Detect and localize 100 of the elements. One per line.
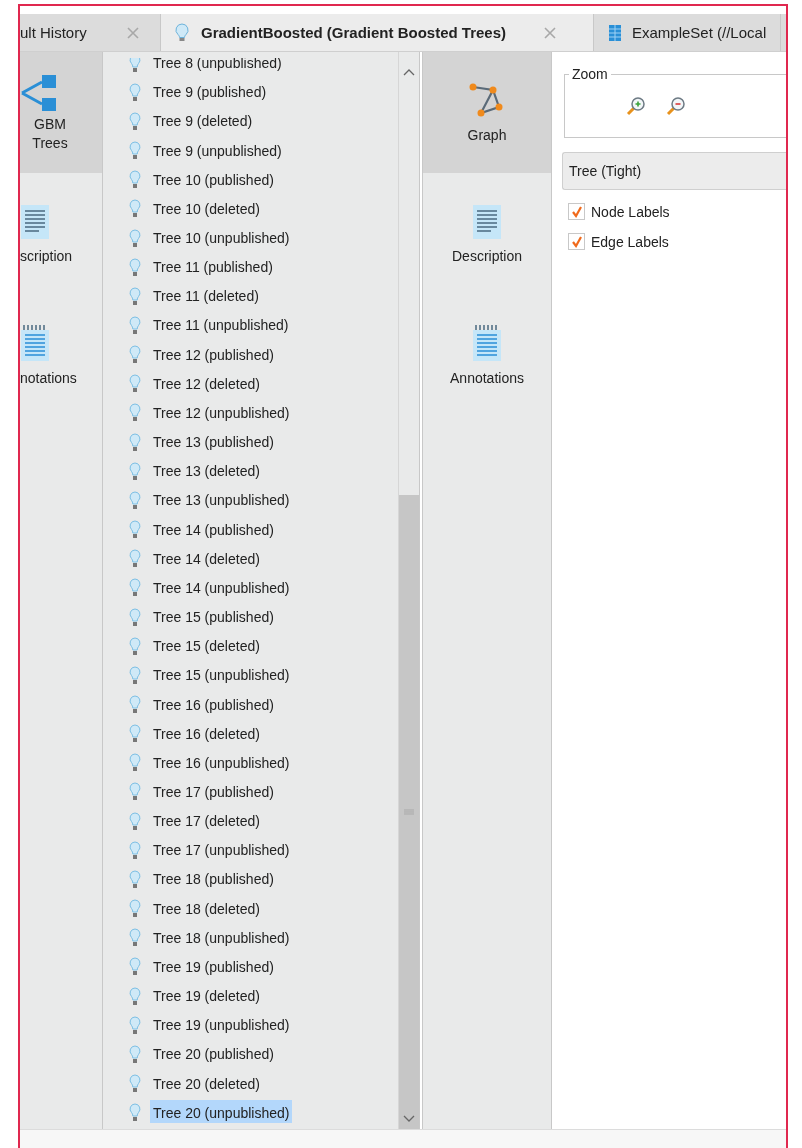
tree-list-item[interactable]: Tree 10 (published) (129, 165, 398, 195)
tree-list-item[interactable]: Tree 11 (unpublished) (129, 311, 398, 341)
tab-label: ult History (20, 24, 87, 41)
table-icon (608, 23, 622, 42)
graph-icon (469, 82, 505, 119)
zoom-group-title: Zoom (569, 66, 611, 82)
tree-list-item[interactable]: Tree 19 (published) (129, 952, 398, 982)
lightbulb-icon (129, 549, 141, 570)
tree-list-item[interactable]: Tree 18 (deleted) (129, 894, 398, 924)
lightbulb-icon (129, 840, 141, 861)
tree-list-item[interactable]: Tree 15 (deleted) (129, 632, 398, 662)
lightbulb-icon (129, 432, 141, 453)
lightbulb-icon (129, 1015, 141, 1036)
tab-label: ExampleSet (//Local (632, 24, 767, 41)
side-tab[interactable]: GBM Trees (20, 52, 102, 173)
tree-list-item[interactable]: Tree 9 (published) (129, 78, 398, 108)
notepad-icon (20, 323, 50, 362)
lightbulb-icon (129, 490, 141, 511)
checkbox[interactable] (568, 203, 585, 220)
side-tab[interactable]: Description (423, 173, 551, 294)
lightbulb-icon (129, 811, 141, 832)
tree-list-item[interactable]: Tree 11 (published) (129, 253, 398, 283)
tree-list-item[interactable]: Tree 9 (deleted) (129, 107, 398, 137)
tree-list-item[interactable]: Tree 20 (published) (129, 1040, 398, 1070)
lightbulb-icon (129, 782, 141, 803)
document-tab[interactable]: ult History (20, 14, 161, 51)
tree-list-item[interactable]: Tree 10 (deleted) (129, 194, 398, 224)
lightbulb-icon (129, 928, 141, 949)
lightbulb-icon (129, 345, 141, 366)
tree-list-item[interactable]: Tree 16 (unpublished) (129, 748, 398, 778)
document-icon (472, 203, 502, 240)
lightbulb-icon (129, 1044, 141, 1065)
close-icon[interactable] (126, 26, 139, 39)
tree-list-item[interactable]: Tree 17 (unpublished) (129, 836, 398, 866)
tree-list-item[interactable]: Tree 19 (unpublished) (129, 1011, 398, 1041)
tree-list-item[interactable]: Tree 14 (deleted) (129, 544, 398, 574)
lightbulb-icon (129, 520, 141, 541)
lightbulb-icon (129, 869, 141, 890)
scrollbar-thumb[interactable] (399, 495, 419, 1129)
side-tab[interactable]: notations (20, 294, 102, 415)
tree-list-item[interactable]: Tree 16 (deleted) (129, 719, 398, 749)
zoom-in-icon[interactable] (625, 96, 646, 116)
document-icon (20, 203, 50, 240)
tree-list-item[interactable]: Tree 17 (deleted) (129, 807, 398, 837)
tree-list-item[interactable]: Tree 9 (unpublished) (129, 136, 398, 166)
lightbulb-icon (175, 22, 189, 43)
tree-list-item[interactable]: Tree 20 (deleted) (129, 1069, 398, 1099)
tree-list-item[interactable]: Tree 13 (deleted) (129, 457, 398, 487)
side-tab[interactable]: scription (20, 173, 102, 294)
lightbulb-icon (129, 753, 141, 774)
tree-list-item[interactable]: Tree 18 (published) (129, 865, 398, 895)
lightbulb-icon (129, 665, 141, 686)
side-tab[interactable]: Graph (423, 52, 551, 173)
lightbulb-icon (129, 899, 141, 920)
lightbulb-icon (129, 170, 141, 191)
zoom-out-icon[interactable] (665, 96, 686, 116)
layout-dropdown[interactable]: Tree (Tight) (562, 152, 786, 190)
document-tab[interactable]: GradientBoosted (Gradient Boosted Trees) (161, 14, 594, 51)
tree-list-item[interactable]: Tree 11 (deleted) (129, 282, 398, 312)
tree-list-item[interactable]: Tree 15 (published) (129, 602, 398, 633)
notepad-icon (472, 323, 502, 362)
lightbulb-icon (129, 724, 141, 745)
lightbulb-icon (129, 1074, 141, 1095)
tree-list-item[interactable]: Tree 14 (unpublished) (129, 573, 398, 603)
side-tab[interactable]: Annotations (423, 294, 551, 415)
lightbulb-icon (129, 228, 141, 249)
tree-list-item[interactable]: Tree 12 (published) (129, 340, 398, 370)
lightbulb-icon (129, 403, 141, 424)
tree-list-item[interactable]: Tree 17 (published) (129, 777, 398, 808)
lightbulb-icon (129, 461, 141, 482)
tree-list-item[interactable]: Tree 15 (unpublished) (129, 661, 398, 691)
lightbulb-icon (129, 374, 141, 395)
lightbulb-icon (129, 1103, 141, 1123)
tab-label: GradientBoosted (Gradient Boosted Trees) (201, 24, 507, 41)
tree-list-item[interactable]: Tree 13 (published) (129, 428, 398, 458)
lightbulb-icon (129, 257, 141, 278)
tree-list-item[interactable]: Tree 12 (deleted) (129, 369, 398, 399)
lightbulb-icon (129, 986, 141, 1007)
tree-list-item[interactable]: Tree 10 (unpublished) (129, 223, 398, 254)
lightbulb-icon (129, 636, 141, 657)
tree-list-item[interactable]: Tree 13 (unpublished) (129, 486, 398, 516)
close-icon[interactable] (544, 26, 557, 39)
tree-list-item[interactable]: Tree 12 (unpublished) (129, 398, 398, 429)
tree-list-item[interactable]: Tree 16 (published) (129, 690, 398, 720)
lightbulb-icon (129, 111, 141, 132)
tree-list-item[interactable]: Tree 19 (deleted) (129, 982, 398, 1012)
tree-list-item[interactable]: Tree 18 (unpublished) (129, 923, 398, 953)
lightbulb-icon (129, 286, 141, 307)
lightbulb-icon (129, 695, 141, 715)
checkbox-label: Node Labels (591, 203, 670, 220)
lightbulb-icon (129, 82, 141, 103)
lightbulb-icon (129, 578, 141, 599)
tree-list-item[interactable]: Tree 14 (published) (129, 515, 398, 545)
lightbulb-icon (129, 607, 141, 628)
checkbox-label: Edge Labels (591, 233, 669, 250)
tree-list-item[interactable]: Tree 8 (unpublished) (129, 58, 398, 79)
lightbulb-icon (129, 316, 141, 336)
lightbulb-icon (129, 141, 141, 162)
checkbox[interactable] (568, 233, 585, 250)
lightbulb-icon (129, 58, 141, 74)
